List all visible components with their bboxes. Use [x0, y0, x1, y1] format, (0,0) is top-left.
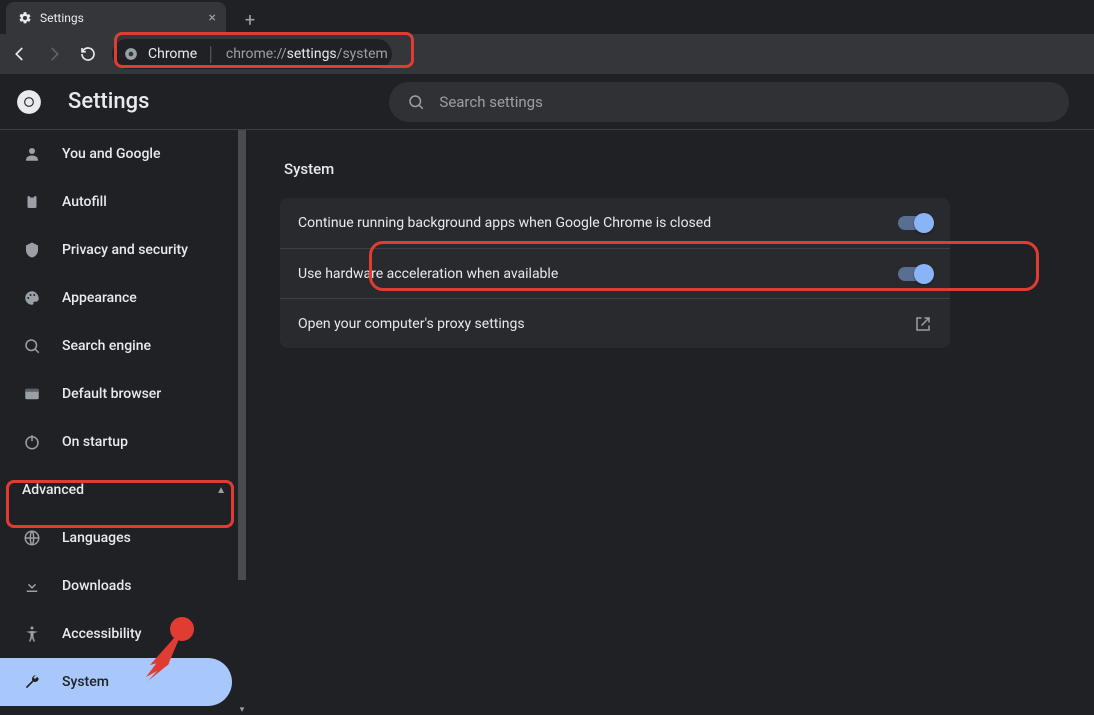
search-icon [407, 93, 425, 111]
tab-title: Settings [40, 11, 84, 25]
settings-app: Settings Search settings You and Google [0, 74, 1094, 715]
sidebar-item-privacy[interactable]: Privacy and security [0, 226, 248, 274]
sidebar-item-default-browser[interactable]: Default browser [0, 370, 248, 418]
row-proxy-settings[interactable]: Open your computer's proxy settings [280, 298, 950, 348]
sidebar-item-search-engine[interactable]: Search engine [0, 322, 248, 370]
tab-strip: Settings × + [0, 0, 1094, 34]
section-title-system: System [284, 160, 1058, 178]
shield-icon [22, 240, 42, 260]
search-icon [22, 336, 42, 356]
sidebar-scrollbar[interactable]: ▾ [236, 130, 248, 715]
sidebar-item-languages[interactable]: Languages [0, 514, 248, 562]
clipboard-icon [22, 192, 42, 212]
sidebar-item-label: System [62, 674, 109, 690]
close-tab-icon[interactable]: × [209, 10, 216, 26]
row-label: Open your computer's proxy settings [298, 316, 525, 332]
sidebar-item-label: On startup [62, 434, 128, 450]
sidebar-item-label: Languages [62, 530, 131, 546]
row-hardware-acceleration[interactable]: Use hardware acceleration when available [280, 248, 950, 298]
globe-icon [22, 528, 42, 548]
external-link-icon [914, 315, 932, 333]
sidebar-item-label: Appearance [62, 290, 137, 306]
address-bar[interactable]: Chrome │ chrome://settings/system [112, 39, 392, 69]
sidebar-item-label: Search engine [62, 338, 151, 354]
palette-icon [22, 288, 42, 308]
scrollbar-down-arrow[interactable]: ▾ [237, 705, 247, 715]
system-card: Continue running background apps when Go… [280, 198, 950, 348]
settings-main: System Continue running background apps … [248, 130, 1094, 715]
reload-button[interactable] [78, 44, 98, 64]
power-icon [22, 432, 42, 452]
sidebar-item-label: Privacy and security [62, 242, 188, 258]
sidebar-item-label: Default browser [62, 386, 161, 402]
gear-icon [18, 11, 32, 25]
download-icon [22, 576, 42, 596]
scrollbar-thumb[interactable] [238, 130, 246, 580]
settings-search[interactable]: Search settings [389, 82, 1069, 122]
wrench-icon [22, 672, 42, 692]
sidebar-item-downloads[interactable]: Downloads [0, 562, 248, 610]
sidebar-item-label: Downloads [62, 578, 131, 594]
sidebar-item-autofill[interactable]: Autofill [0, 178, 248, 226]
settings-header: Settings Search settings [0, 74, 1094, 130]
search-placeholder: Search settings [439, 93, 542, 111]
toggle-background-apps[interactable] [898, 216, 932, 230]
row-label: Use hardware acceleration when available [298, 266, 558, 282]
chrome-chip-icon [124, 47, 138, 61]
browser-icon [22, 384, 42, 404]
sidebar-section-advanced[interactable]: Advanced ▲ [0, 466, 248, 514]
sidebar-item-system[interactable]: System [0, 658, 232, 706]
accessibility-icon [22, 624, 42, 644]
row-label: Continue running background apps when Go… [298, 215, 711, 231]
address-chip: Chrome [148, 46, 197, 62]
address-separator: │ [207, 46, 216, 63]
chrome-logo-icon [16, 89, 42, 115]
chevron-up-icon: ▲ [216, 485, 226, 496]
new-tab-button[interactable]: + [236, 6, 264, 34]
settings-sidebar: You and Google Autofill Privacy and secu… [0, 130, 248, 715]
sidebar-item-label: Autofill [62, 194, 107, 210]
sidebar-item-label: You and Google [62, 146, 160, 162]
person-icon [22, 144, 42, 164]
sidebar-item-you-and-google[interactable]: You and Google [0, 130, 248, 178]
sidebar-item-on-startup[interactable]: On startup [0, 418, 248, 466]
back-button[interactable] [10, 44, 30, 64]
address-url: chrome://settings/system [226, 46, 388, 62]
browser-tab-settings[interactable]: Settings × [6, 2, 226, 34]
sidebar-section-label: Advanced [22, 482, 84, 498]
sidebar-item-appearance[interactable]: Appearance [0, 274, 248, 322]
sidebar-item-accessibility[interactable]: Accessibility [0, 610, 248, 658]
sidebar-item-label: Accessibility [62, 626, 141, 642]
forward-button[interactable] [44, 44, 64, 64]
browser-toolbar: Chrome │ chrome://settings/system [0, 34, 1094, 74]
toggle-hardware-acceleration[interactable] [898, 267, 932, 281]
row-background-apps[interactable]: Continue running background apps when Go… [280, 198, 950, 248]
settings-title: Settings [68, 89, 149, 114]
